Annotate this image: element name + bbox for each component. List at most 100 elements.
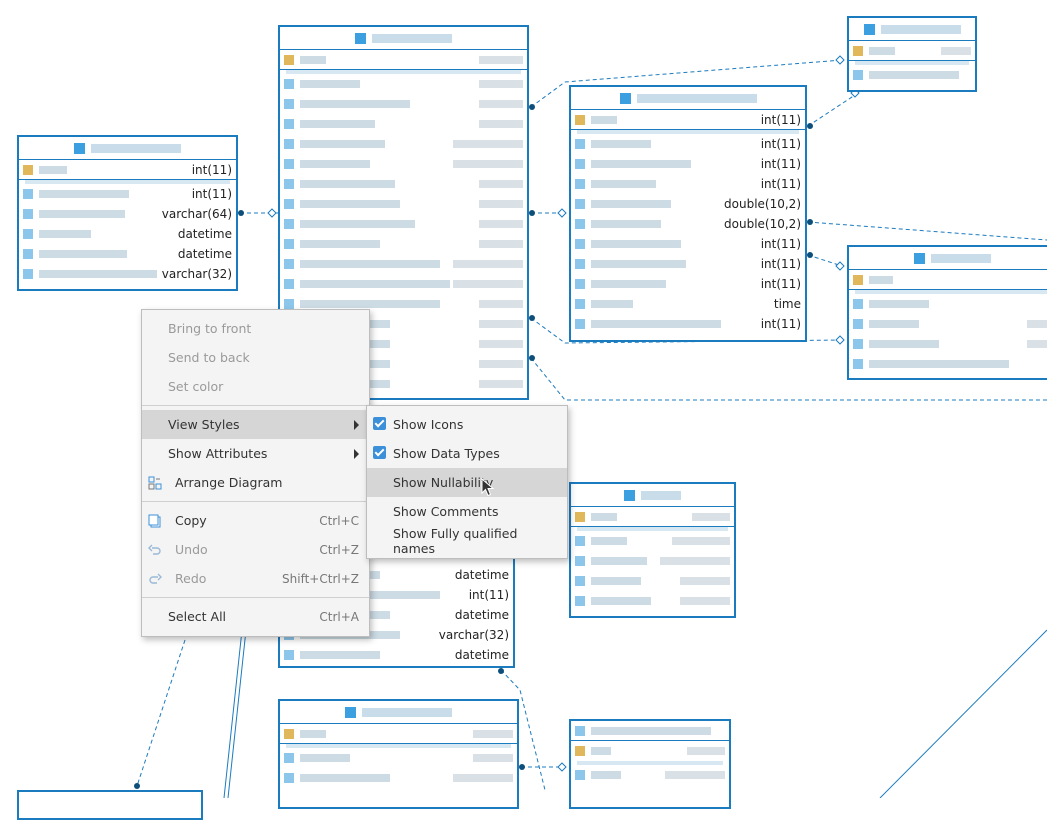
submenu-item-show-fully-qualified-names[interactable]: Show Fully qualified names xyxy=(367,526,567,556)
menu-separator xyxy=(142,597,369,598)
table-row[interactable] xyxy=(280,214,527,234)
table-row[interactable] xyxy=(849,314,1047,334)
entity-bottom-left[interactable] xyxy=(17,790,203,820)
table-row[interactable]: int(11) xyxy=(571,134,805,154)
entity-left[interactable]: int(11) int(11) varchar(64) datetime dat… xyxy=(17,135,238,291)
entity-top-right[interactable] xyxy=(847,16,977,92)
table-row[interactable] xyxy=(571,741,729,761)
table-row[interactable] xyxy=(571,551,734,571)
checkbox-checked-icon[interactable] xyxy=(373,417,386,430)
table-row[interactable]: varchar(64) xyxy=(19,204,236,224)
entity-right[interactable]: int(11) int(11) int(11) int(11) double(1… xyxy=(569,85,807,342)
menu-item-redo[interactable]: Redo Shift+Ctrl+Z xyxy=(142,564,369,593)
column-icon xyxy=(575,536,585,546)
checkbox-unchecked-icon[interactable] xyxy=(373,504,386,517)
table-row[interactable] xyxy=(280,114,527,134)
column-icon xyxy=(284,79,294,89)
entity-header xyxy=(571,484,734,507)
table-row[interactable] xyxy=(571,765,729,785)
table-row[interactable] xyxy=(280,234,527,254)
menu-item-undo[interactable]: Undo Ctrl+Z xyxy=(142,535,369,564)
table-row[interactable] xyxy=(280,74,527,94)
table-row[interactable] xyxy=(280,274,527,294)
table-row[interactable] xyxy=(571,571,734,591)
table-row[interactable] xyxy=(849,65,975,85)
table-row[interactable]: datetime xyxy=(19,224,236,244)
table-row[interactable]: int(11) xyxy=(571,110,805,130)
entity-bottom-right[interactable] xyxy=(569,719,731,809)
table-row[interactable] xyxy=(849,354,1047,374)
checkbox-checked-icon[interactable] xyxy=(373,446,386,459)
table-row[interactable] xyxy=(280,194,527,214)
menu-item-select-all[interactable]: Select All Ctrl+A xyxy=(142,602,369,631)
menu-item-bring-to-front[interactable]: Bring to front xyxy=(142,314,369,343)
table-row[interactable] xyxy=(280,50,527,70)
entity-lower-right[interactable] xyxy=(569,482,736,618)
table-row[interactable]: datetime xyxy=(19,244,236,264)
context-menu[interactable]: Bring to front Send to back Set color Vi… xyxy=(141,309,370,637)
entity-name xyxy=(641,490,681,500)
table-row[interactable] xyxy=(849,41,975,61)
submenu-item-show-data-types[interactable]: Show Data Types xyxy=(367,439,567,468)
column-icon xyxy=(23,189,33,199)
table-row[interactable]: int(11) xyxy=(571,154,805,174)
table-row[interactable] xyxy=(280,154,527,174)
table-row[interactable]: int(11) xyxy=(571,314,805,334)
submenu-item-show-icons[interactable]: Show Icons xyxy=(367,410,567,439)
entity-bottom-center[interactable] xyxy=(278,699,519,809)
table-row[interactable]: varchar(32) xyxy=(19,264,236,284)
table-icon xyxy=(74,142,85,154)
table-row[interactable]: int(11) xyxy=(571,274,805,294)
checkbox-unchecked-icon[interactable] xyxy=(373,475,386,488)
column-type: varchar(32) xyxy=(438,628,509,642)
column-icon xyxy=(284,279,294,289)
table-row[interactable]: int(11) xyxy=(19,184,236,204)
column-name xyxy=(591,260,686,268)
column-icon xyxy=(853,70,863,80)
shortcut-label: Ctrl+Z xyxy=(319,542,359,557)
column-icon xyxy=(284,773,294,783)
table-row[interactable]: int(11) xyxy=(571,174,805,194)
table-row[interactable]: datetime xyxy=(280,645,513,665)
table-row[interactable] xyxy=(571,721,729,741)
table-row[interactable]: double(10,2) xyxy=(571,214,805,234)
table-row[interactable] xyxy=(849,294,1047,314)
entity-mid-right[interactable] xyxy=(847,245,1047,380)
key-icon xyxy=(853,45,863,56)
table-row[interactable]: int(11) xyxy=(19,160,236,180)
table-row[interactable] xyxy=(280,174,527,194)
table-row[interactable] xyxy=(280,768,517,788)
table-row[interactable] xyxy=(280,748,517,768)
table-row[interactable]: double(10,2) xyxy=(571,194,805,214)
menu-item-arrange-diagram[interactable]: Arrange Diagram xyxy=(142,468,369,497)
table-row[interactable] xyxy=(280,724,517,744)
column-type: int(11) xyxy=(191,162,232,177)
table-row[interactable] xyxy=(280,134,527,154)
checkbox-unchecked-icon[interactable] xyxy=(373,533,386,546)
table-row[interactable] xyxy=(571,507,734,527)
shortcut-label: Ctrl+C xyxy=(319,513,359,528)
table-row[interactable] xyxy=(571,531,734,551)
submenu-item-show-nullability[interactable]: Show Nullability xyxy=(367,468,567,497)
menu-item-set-color[interactable]: Set color xyxy=(142,372,369,401)
table-row[interactable] xyxy=(280,254,527,274)
table-row[interactable]: time xyxy=(571,294,805,314)
column-type: double(10,2) xyxy=(724,217,801,231)
table-row[interactable] xyxy=(849,334,1047,354)
submenu-item-show-comments[interactable]: Show Comments xyxy=(367,497,567,526)
menu-item-copy[interactable]: Copy Ctrl+C xyxy=(142,506,369,535)
menu-item-label: Redo xyxy=(175,571,207,586)
menu-item-view-styles[interactable]: View Styles xyxy=(142,410,369,439)
column-icon xyxy=(284,239,294,249)
view-styles-submenu[interactable]: Show Icons Show Data Types Show Nullabil… xyxy=(366,405,568,559)
table-row[interactable] xyxy=(571,591,734,611)
undo-icon xyxy=(148,544,161,555)
menu-item-show-attributes[interactable]: Show Attributes xyxy=(142,439,369,468)
column-icon xyxy=(853,299,863,309)
table-row[interactable]: int(11) xyxy=(571,234,805,254)
menu-item-send-to-back[interactable]: Send to back xyxy=(142,343,369,372)
table-row[interactable] xyxy=(849,270,1047,290)
table-row[interactable] xyxy=(280,94,527,114)
column-name xyxy=(591,537,627,545)
table-row[interactable]: int(11) xyxy=(571,254,805,274)
